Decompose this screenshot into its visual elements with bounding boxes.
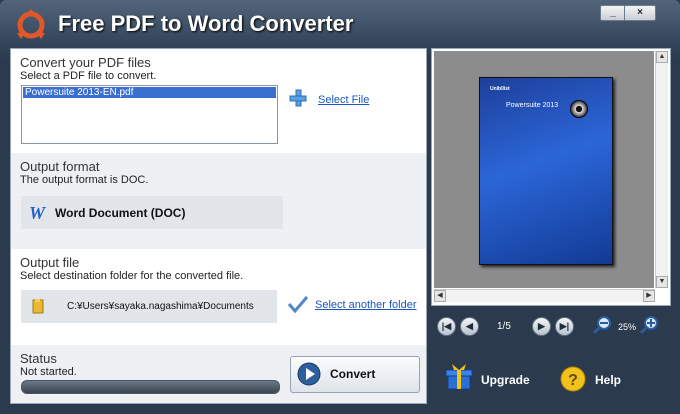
horizontal-scrollbar[interactable]: ◀ ▶: [434, 289, 655, 302]
format-selector[interactable]: W Word Document (DOC): [21, 196, 283, 229]
output-format-section: Output format The output format is DOC. …: [11, 153, 426, 249]
last-page-icon[interactable]: ▶|: [555, 317, 574, 336]
folder-path-box[interactable]: C:¥Users¥sayaka.nagashima¥Documents: [21, 290, 277, 323]
plus-icon[interactable]: [289, 89, 307, 107]
zoom-level: 25%: [618, 322, 637, 332]
format-label: Word Document (DOC): [55, 206, 186, 220]
scroll-up-icon[interactable]: ▲: [656, 51, 668, 63]
select-file-link[interactable]: Select File: [318, 94, 369, 106]
list-item[interactable]: Powersuite 2013-EN.pdf: [23, 87, 276, 98]
convert-label: Convert: [330, 367, 376, 381]
word-icon: W: [29, 203, 46, 223]
status-section: Status Not started. Convert: [11, 345, 426, 403]
help-icon[interactable]: ?: [559, 366, 587, 392]
play-icon: [297, 362, 321, 386]
output-format-heading: Output format: [20, 159, 100, 174]
first-page-icon[interactable]: |◀: [437, 317, 456, 336]
window-title: Free PDF to Word Converter: [58, 11, 354, 36]
preview-nav-bar: |◀ ◀ 1/5 ▶ ▶| 25%: [431, 310, 671, 340]
scroll-down-icon[interactable]: ▼: [656, 276, 668, 288]
preview-canvas: Unibllist Powersuite 2013: [434, 51, 654, 288]
thumb-title: Powersuite 2013: [506, 102, 559, 109]
progress-bar: [21, 380, 280, 394]
thumb-brand: Unibllist: [490, 86, 510, 92]
minimize-button[interactable]: _: [600, 5, 626, 21]
status-heading: Status: [20, 351, 57, 366]
convert-button[interactable]: Convert: [290, 356, 420, 393]
scroll-left-icon[interactable]: ◀: [434, 290, 446, 302]
page-thumbnail: Unibllist Powersuite 2013: [479, 77, 613, 265]
app-window: Free PDF to Word Converter _ × Convert y…: [0, 0, 680, 414]
status-text: Not started.: [20, 366, 77, 378]
select-folder-link[interactable]: Select another folder: [315, 299, 417, 311]
pdf-file-list[interactable]: Powersuite 2013-EN.pdf: [21, 85, 278, 144]
title-bar: Free PDF to Word Converter _ ×: [0, 0, 680, 46]
gift-icon[interactable]: [444, 362, 474, 392]
folder-path: C:¥Users¥sayaka.nagashima¥Documents: [67, 301, 254, 312]
check-icon[interactable]: [287, 295, 309, 313]
output-file-heading: Output file: [20, 255, 80, 270]
convert-section: Convert your PDF files Select a PDF file…: [11, 49, 426, 153]
vertical-scrollbar[interactable]: ▲ ▼: [655, 51, 668, 288]
next-page-icon[interactable]: ▶: [532, 317, 551, 336]
app-logo-icon: [17, 9, 45, 39]
close-button[interactable]: ×: [624, 5, 656, 21]
help-label[interactable]: Help: [595, 373, 621, 387]
left-panel: Convert your PDF files Select a PDF file…: [10, 48, 427, 404]
convert-subtitle: Select a PDF file to convert.: [20, 70, 157, 82]
prev-page-icon[interactable]: ◀: [460, 317, 479, 336]
zoom-out-icon[interactable]: [593, 315, 613, 335]
convert-heading: Convert your PDF files: [20, 55, 151, 70]
disc-icon: [570, 100, 588, 118]
upgrade-label[interactable]: Upgrade: [481, 373, 530, 387]
output-file-section: Output file Select destination folder fo…: [11, 249, 426, 345]
svg-text:?: ?: [568, 372, 578, 389]
folder-icon: [32, 299, 44, 314]
output-format-subtitle: The output format is DOC.: [20, 174, 149, 186]
output-file-subtitle: Select destination folder for the conver…: [20, 270, 244, 282]
page-counter: 1/5: [497, 321, 511, 332]
preview-panel: Unibllist Powersuite 2013 ▲ ▼ ◀ ▶: [431, 48, 671, 306]
zoom-in-icon[interactable]: [640, 315, 660, 335]
scroll-right-icon[interactable]: ▶: [643, 290, 655, 302]
